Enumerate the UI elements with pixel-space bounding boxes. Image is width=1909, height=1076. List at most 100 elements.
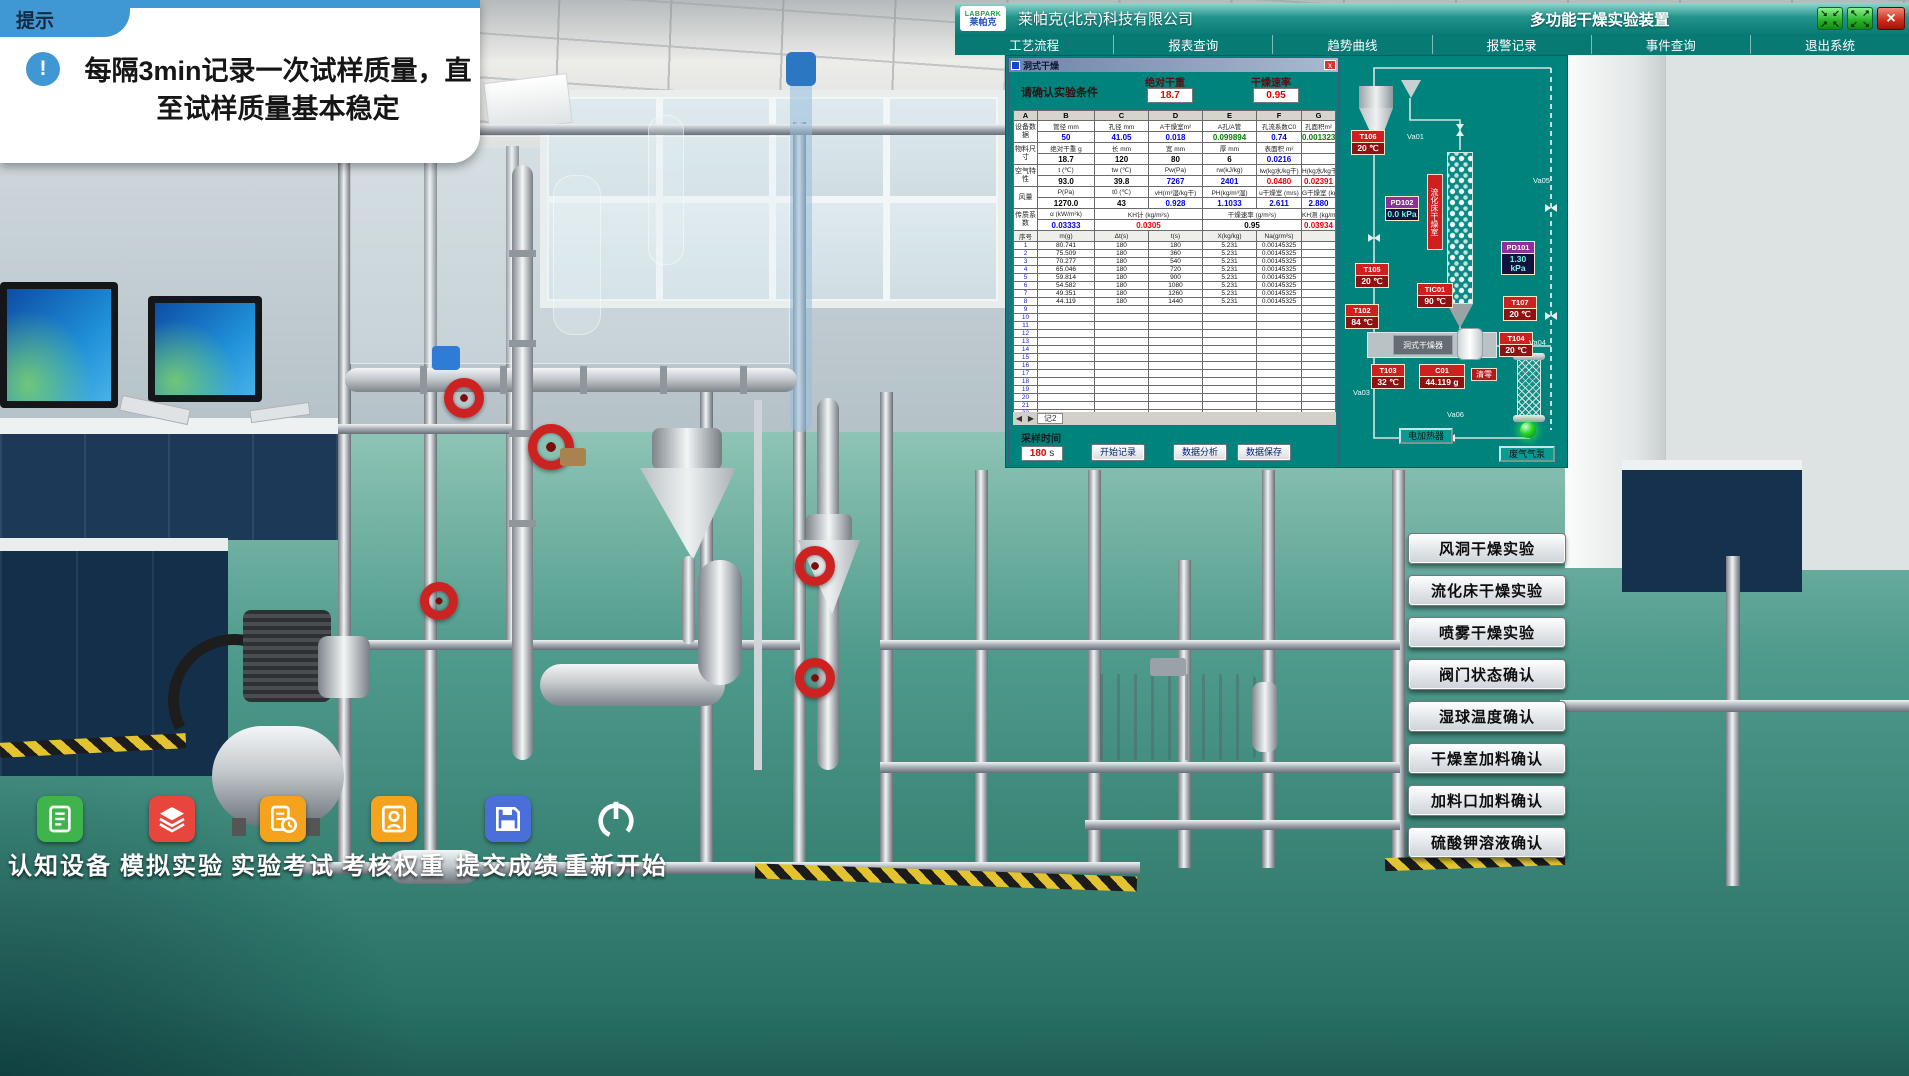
heater-button[interactable]: 电加热器: [1399, 428, 1453, 444]
scada-titlebar: LABPARK 莱帕克 莱帕克(北京)科技有限公司 多功能干燥实验装置 ↘↙↗↖…: [955, 3, 1909, 34]
menu-item-5[interactable]: 事件查询: [1591, 35, 1750, 54]
valve-handwheel: [795, 546, 835, 586]
tag-value: 1.30 kPa: [1501, 254, 1535, 275]
side-button-7[interactable]: 加料口加料确认: [1408, 785, 1566, 816]
data-table-wrap: ABCDEFG设备数据管径 mm孔径 mmA干燥室m²A孔/A管孔流系数C0孔面…: [1013, 110, 1336, 412]
side-button-4[interactable]: 阀门状态确认: [1408, 659, 1566, 690]
data-cell: [1149, 314, 1203, 322]
param-value: 0.099894: [1203, 132, 1257, 143]
param-label: vH(m³湿/kg干): [1149, 187, 1203, 198]
arrow-icon: ↘: [1818, 8, 1830, 19]
side-button-8[interactable]: 硫酸钾溶液确认: [1408, 827, 1566, 858]
param-value-row: 0.033330.03050.950.03934: [1014, 220, 1336, 231]
param-value: 0.018: [1149, 132, 1203, 143]
data-cell: 180: [1095, 274, 1149, 282]
sheet-prev-button[interactable]: ◀: [1013, 414, 1025, 423]
data-cell: [1038, 362, 1095, 370]
window-pane: [890, 203, 997, 300]
data-cell: [1302, 306, 1336, 314]
data-cell: [1149, 322, 1203, 330]
data-cell: [1302, 330, 1336, 338]
menu-item-3[interactable]: 趋势曲线: [1272, 35, 1431, 54]
data-cell: [1095, 362, 1149, 370]
side-button-5[interactable]: 湿球温度确认: [1408, 701, 1566, 732]
tag-value: 0.0 kPa: [1385, 209, 1419, 222]
data-cell: [1302, 394, 1336, 402]
param-group-label: 传质系数: [1014, 209, 1038, 231]
toolbar-item-4[interactable]: 考核权重: [329, 796, 459, 881]
data-analysis-button[interactable]: 数据分析: [1173, 444, 1227, 461]
row-number: 1: [1014, 242, 1038, 250]
sheet-next-button[interactable]: ▶: [1025, 414, 1037, 423]
toolbar-item-6[interactable]: 重新开始: [551, 796, 681, 881]
column-header: B: [1038, 111, 1095, 121]
start-record-button[interactable]: 开始记录: [1091, 444, 1145, 461]
table-row-5: 559.8141809005.2310.00145325: [1014, 274, 1336, 282]
tunnel-dryer-label: 洞式干燥器: [1393, 335, 1453, 355]
scada-content: 洞式干燥 x 请确认实验条件 绝对干重 18.7 干燥速率 0.95 ABCDE…: [1005, 55, 1568, 468]
side-button-1[interactable]: 风洞干燥实验: [1408, 533, 1566, 564]
blower-motor: [1086, 674, 1258, 760]
menu-item-4[interactable]: 报警记录: [1432, 35, 1591, 54]
data-cell: [1149, 402, 1203, 410]
menu-item-2[interactable]: 报表查询: [1113, 35, 1272, 54]
fluidized-bed-column: [1447, 152, 1473, 304]
side-button-2[interactable]: 流化床干燥实验: [1408, 575, 1566, 606]
param-label-row: 风量P(Pa)t0 (℃)vH(m³湿/kg干)PH(kg/m³湿)u干燥室 (…: [1014, 187, 1336, 198]
dialog-titlebar[interactable]: 洞式干燥 x: [1009, 58, 1338, 72]
pipe: [345, 368, 797, 392]
data-cell: [1257, 378, 1302, 386]
data-cell: [1038, 378, 1095, 386]
side-button-6[interactable]: 干燥室加料确认: [1408, 743, 1566, 774]
param-value: 1270.0: [1038, 198, 1095, 209]
drying-rate-value: 0.95: [1253, 88, 1299, 103]
data-cell: [1302, 314, 1336, 322]
tag-name: PD102: [1385, 196, 1419, 209]
data-cell: 180: [1095, 290, 1149, 298]
data-cell: [1302, 322, 1336, 330]
glass-cylinder: [648, 115, 684, 265]
tag-PD101: PD1011.30 kPa: [1501, 241, 1535, 275]
side-button-3[interactable]: 喷雾干燥实验: [1408, 617, 1566, 648]
data-cell: [1203, 306, 1257, 314]
data-cell: [1095, 314, 1149, 322]
sampling-time-label: 采样时间: [1021, 430, 1061, 445]
abs-dry-weight-label: 绝对干重: [1145, 74, 1185, 89]
exam-icon: [260, 796, 306, 842]
window-maximize-button[interactable]: ↖↗↙↘: [1847, 7, 1873, 30]
stand-pole: [754, 400, 762, 770]
table-row-13: 13: [1014, 338, 1336, 346]
fluidized-bed-label: 流化床干燥室: [1427, 174, 1443, 250]
tare-button[interactable]: 清零: [1471, 368, 1497, 381]
data-header-cell: Na(g/m²s): [1257, 231, 1302, 242]
dialog-close-button[interactable]: x: [1324, 60, 1336, 70]
menu-item-6[interactable]: 退出系统: [1750, 35, 1909, 54]
logo-subtext: 莱帕克: [969, 18, 996, 27]
exhaust-pump-button[interactable]: 废气气泵: [1499, 446, 1555, 462]
row-number: 12: [1014, 330, 1038, 338]
param-value: 39.8: [1095, 176, 1149, 187]
row-number: 21: [1014, 402, 1038, 410]
window-close-button[interactable]: ×: [1877, 7, 1905, 30]
monitor: [148, 296, 262, 402]
data-cell: [1302, 242, 1336, 250]
pipe-flange: [509, 340, 536, 347]
window-restore-button[interactable]: ↘↙↗↖: [1817, 7, 1843, 30]
param-label: 绝对干重 g: [1038, 143, 1095, 154]
param-group-label: 设备数据: [1014, 121, 1038, 143]
tag-T105: T10520 ℃: [1355, 263, 1389, 288]
menu-item-1[interactable]: 工艺流程: [955, 35, 1113, 54]
param-value: 18.7: [1038, 154, 1095, 165]
pipe-flange: [740, 366, 747, 394]
valve-label-Va03: Va03: [1353, 388, 1370, 397]
table-row-16: 16: [1014, 362, 1336, 370]
experiment-table: ABCDEFG设备数据管径 mm孔径 mmA干燥室m²A孔/A管孔流系数C0孔面…: [1013, 110, 1336, 412]
table-row-15: 15: [1014, 354, 1336, 362]
sheet-tab[interactable]: 记2: [1037, 413, 1063, 424]
param-value: 6: [1203, 154, 1257, 165]
tag-name: T104: [1499, 332, 1533, 345]
data-cell: [1302, 298, 1336, 306]
data-cell: [1038, 338, 1095, 346]
param-label: 厚 mm: [1203, 143, 1257, 154]
data-save-button[interactable]: 数据保存: [1237, 444, 1291, 461]
